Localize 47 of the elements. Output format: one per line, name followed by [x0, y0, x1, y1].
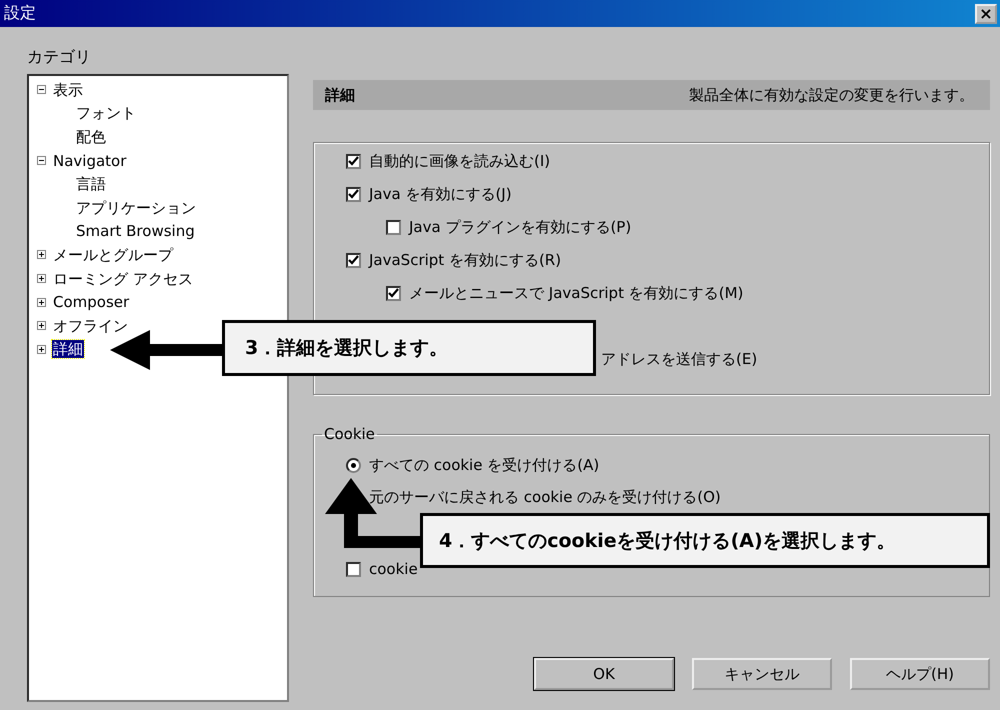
checkbox[interactable]	[386, 286, 401, 301]
checkbox[interactable]	[346, 562, 361, 576]
radio-button[interactable]	[346, 458, 361, 472]
tree-item[interactable]: 言語	[75, 175, 107, 194]
tree-item[interactable]: アプリケーション	[75, 198, 197, 217]
tree-item[interactable]: オフライン	[52, 316, 129, 335]
tree-item[interactable]: Composer	[52, 293, 130, 312]
section-description: 製品全体に有効な設定の変更を行います。	[689, 86, 974, 104]
option-label: Java プラグインを有効にする(P)	[409, 218, 632, 237]
left-arrow-icon	[110, 330, 224, 370]
checkbox[interactable]	[346, 154, 361, 169]
tree-item[interactable]: 表示	[52, 80, 84, 99]
option-label: アドレスを送信する(E)	[601, 350, 758, 369]
option-label: メールとニュースで JavaScript を有効にする(M)	[409, 284, 744, 303]
tree-item[interactable]: フォント	[75, 104, 137, 122]
tree-item[interactable]: 配色	[75, 128, 107, 146]
window-title: 設定	[4, 3, 36, 24]
option-label: すべての cookie を受け付ける(A)	[369, 456, 600, 474]
checkbox[interactable]	[346, 187, 361, 202]
section-title: 詳細	[325, 86, 355, 104]
tree-item[interactable]: Navigator	[52, 152, 128, 170]
option-label: JavaScript を有効にする(R)	[369, 251, 562, 270]
checkbox[interactable]	[386, 220, 401, 235]
dialog-button[interactable]: キャンセル	[692, 658, 832, 690]
callout: 4．すべてのcookieを受け付ける(A)を選択します。	[420, 513, 990, 568]
option-label: 元のサーバに戻される cookie のみを受け付ける(O)	[369, 488, 721, 506]
close-button[interactable]: ×	[975, 4, 997, 24]
checkbox[interactable]	[346, 253, 361, 268]
tree-item[interactable]: 詳細	[52, 340, 84, 358]
tree-item[interactable]: ローミング アクセス	[52, 270, 194, 288]
tree-toggle-icon[interactable]	[37, 156, 46, 166]
tree-toggle-icon[interactable]	[37, 85, 46, 94]
dialog-button[interactable]: OK	[534, 658, 674, 690]
tree-item[interactable]: メールとグループ	[52, 246, 174, 264]
tree-toggle-icon[interactable]	[37, 321, 46, 330]
group-title: Cookie	[323, 425, 376, 443]
callout: 3．詳細を選択します。	[222, 320, 596, 376]
option-label: 自動的に画像を読み込む(I)	[369, 152, 550, 171]
tree-toggle-icon[interactable]	[37, 250, 46, 260]
tree-toggle-icon[interactable]	[37, 298, 46, 307]
category-label: カテゴリ	[27, 47, 92, 68]
option-label: Java を有効にする(J)	[369, 185, 512, 204]
dialog-button[interactable]: ヘルプ(H)	[850, 658, 990, 690]
tree-toggle-icon[interactable]	[37, 344, 46, 354]
option-label: cookie	[369, 560, 418, 578]
tree-toggle-icon[interactable]	[37, 274, 46, 284]
tree-item[interactable]: Smart Browsing	[75, 222, 196, 240]
